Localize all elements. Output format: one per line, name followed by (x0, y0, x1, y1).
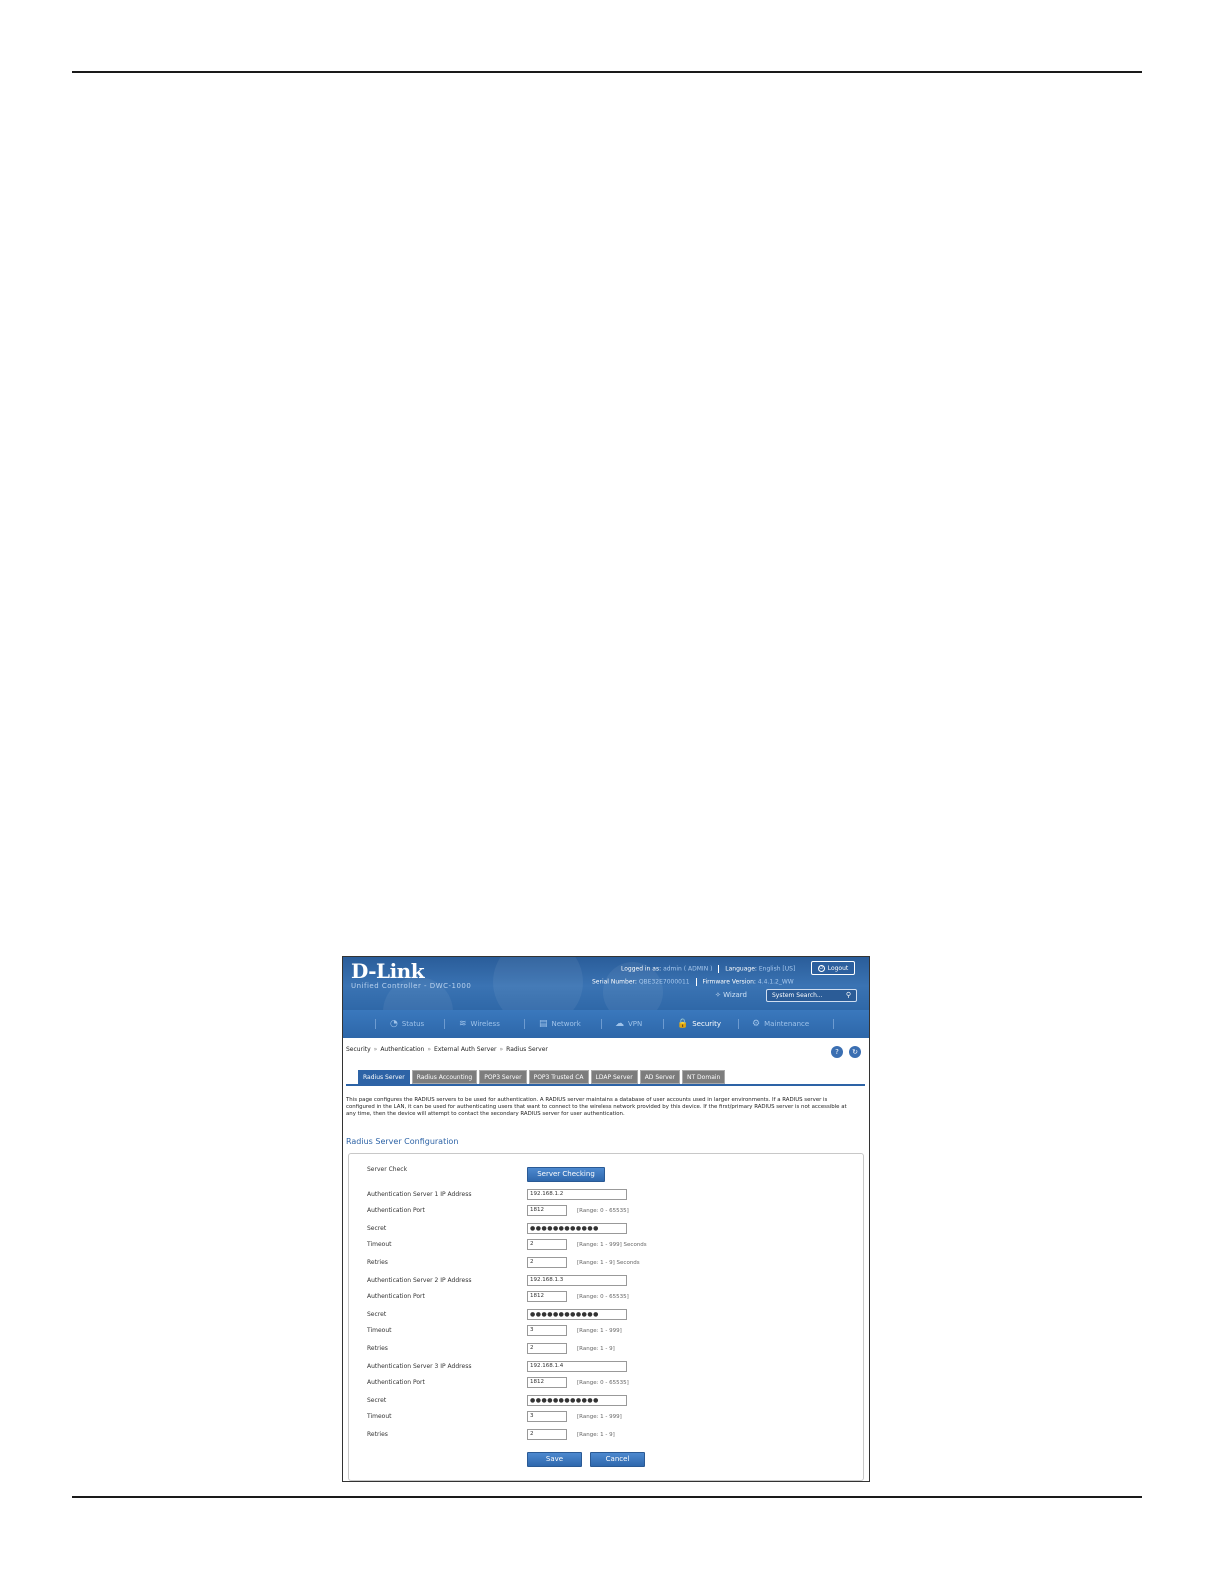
server2-ip-label: Authentication Server 2 IP Address (367, 1277, 472, 1284)
server1-timeout-hint: [Range: 1 - 999] Seconds (577, 1242, 647, 1248)
server2-secret-input[interactable]: ●●●●●●●●●●●● (527, 1309, 627, 1320)
server2-port-input[interactable]: 1812 (527, 1291, 567, 1302)
wifi-icon: ≋ (459, 1019, 467, 1029)
page-description: This page configures the RADIUS servers … (346, 1097, 847, 1117)
login-info: Logged in as: admin ( ADMIN ) Language: … (621, 965, 796, 973)
breadcrumb-item[interactable]: Security (346, 1046, 371, 1053)
server3-ip-label: Authentication Server 3 IP Address (367, 1363, 472, 1370)
system-search-input[interactable]: System Search... ⚲ (766, 989, 857, 1002)
server1-timeout-label: Timeout (367, 1241, 392, 1248)
server3-port-label: Authentication Port (367, 1379, 425, 1386)
server2-retries-input[interactable]: 2 (527, 1343, 567, 1354)
tab-radius-accounting[interactable]: Radius Accounting (411, 1070, 478, 1084)
server2-port-label: Authentication Port (367, 1293, 425, 1300)
server2-timeout-hint: [Range: 1 - 999] (577, 1328, 622, 1334)
nav-vpn[interactable]: ☁ VPN (615, 1010, 642, 1038)
logout-button[interactable]: ⏻ Logout (811, 961, 855, 975)
logged-in-user[interactable]: admin ( ADMIN ) (663, 966, 712, 973)
server3-retries-label: Retries (367, 1431, 388, 1438)
server1-retries-input[interactable]: 2 (527, 1257, 567, 1268)
nav-security[interactable]: 🔒 Security (677, 1010, 721, 1038)
server1-secret-label: Secret (367, 1225, 387, 1232)
tab-ad-server[interactable]: AD Server (639, 1070, 680, 1084)
server1-secret-input[interactable]: ●●●●●●●●●●●● (527, 1223, 627, 1234)
gear-icon: ⚙ (752, 1019, 761, 1029)
nav-wireless[interactable]: ≋ Wireless (459, 1010, 500, 1038)
save-button[interactable]: Save (527, 1452, 582, 1467)
firmware-version: 4.4.1.2_WW (757, 978, 794, 986)
tab-nt-domain[interactable]: NT Domain (682, 1070, 726, 1084)
tab-pop3-trusted-ca[interactable]: POP3 Trusted CA (528, 1070, 589, 1084)
server2-timeout-input[interactable]: 3 (527, 1325, 567, 1336)
tab-radius-server[interactable]: Radius Server (358, 1070, 410, 1084)
nav-maintenance[interactable]: ⚙ Maintenance (752, 1010, 809, 1038)
server2-timeout-label: Timeout (367, 1327, 392, 1334)
server3-timeout-input[interactable]: 3 (527, 1411, 567, 1422)
cancel-button[interactable]: Cancel (590, 1452, 645, 1467)
serial-number: QBE32E7000011 (638, 978, 690, 986)
server-checking-button[interactable]: Server Checking (527, 1167, 605, 1182)
server2-ip-input[interactable]: 192.168.1.3 (527, 1275, 627, 1286)
lock-icon: 🔒 (677, 1019, 689, 1029)
server3-port-input[interactable]: 1812 (527, 1377, 567, 1388)
nav-network[interactable]: ▤ Network (539, 1010, 581, 1038)
server3-timeout-hint: [Range: 1 - 999] (577, 1414, 622, 1420)
server2-retries-label: Retries (367, 1345, 388, 1352)
server1-timeout-input[interactable]: 2 (527, 1239, 567, 1250)
server1-port-label: Authentication Port (367, 1207, 425, 1214)
bottom-rule (72, 1496, 1142, 1498)
server2-secret-label: Secret (367, 1311, 387, 1318)
language-selector[interactable]: English [US] (759, 966, 795, 973)
tab-pop3-server[interactable]: POP3 Server (479, 1070, 527, 1084)
server3-retries-input[interactable]: 2 (527, 1429, 567, 1440)
dlink-logo: D-Link (351, 959, 425, 983)
breadcrumb: Security» Authentication» External Auth Se… (346, 1046, 548, 1053)
refresh-icon[interactable]: ↻ (849, 1046, 861, 1058)
server1-retries-hint: [Range: 1 - 9] Seconds (577, 1260, 640, 1266)
server1-port-input[interactable]: 1812 (527, 1205, 567, 1216)
server-check-label: Server Check (367, 1166, 408, 1173)
breadcrumb-item: Radius Server (506, 1046, 548, 1053)
server3-ip-input[interactable]: 192.168.1.4 (527, 1361, 627, 1372)
server1-ip-label: Authentication Server 1 IP Address (367, 1191, 472, 1198)
screenshot-frame: D-Link Unified Controller - DWC-1000 Log… (342, 956, 870, 1482)
nav-status[interactable]: ◔ Status (390, 1010, 424, 1038)
config-panel: Server Check Server Checking Authenticat… (348, 1153, 864, 1481)
header-bar: D-Link Unified Controller - DWC-1000 Log… (343, 957, 869, 1047)
cloud-icon: ☁ (615, 1019, 624, 1029)
server3-timeout-label: Timeout (367, 1413, 392, 1420)
network-icon: ▤ (539, 1019, 548, 1029)
breadcrumb-item[interactable]: Authentication (380, 1046, 424, 1053)
section-title: Radius Server Configuration (346, 1137, 459, 1146)
product-subtitle: Unified Controller - DWC-1000 (351, 982, 472, 990)
help-icon[interactable]: ? (831, 1046, 843, 1058)
server1-ip-input[interactable]: 192.168.1.2 (527, 1189, 627, 1200)
server3-port-hint: [Range: 0 - 65535] (577, 1380, 629, 1386)
server2-retries-hint: [Range: 1 - 9] (577, 1346, 615, 1352)
top-rule (72, 71, 1142, 73)
server3-secret-label: Secret (367, 1397, 387, 1404)
main-nav: ◔ Status ≋ Wireless ▤ Network ☁ VPN 🔒 Securit… (343, 1010, 869, 1038)
gauge-icon: ◔ (390, 1019, 398, 1029)
server1-port-hint: [Range: 0 - 65535] (577, 1208, 629, 1214)
power-icon: ⏻ (817, 964, 825, 972)
wizard-link[interactable]: ✧ Wizard (715, 991, 747, 999)
server3-retries-hint: [Range: 1 - 9] (577, 1432, 615, 1438)
server2-port-hint: [Range: 0 - 65535] (577, 1294, 629, 1300)
device-info: Serial Number: QBE32E7000011 Firmware Ve… (592, 978, 794, 986)
breadcrumb-item[interactable]: External Auth Server (434, 1046, 496, 1053)
server1-retries-label: Retries (367, 1259, 388, 1266)
search-icon: ⚲ (845, 991, 851, 999)
tab-ldap-server[interactable]: LDAP Server (590, 1070, 638, 1084)
tab-underline (346, 1084, 865, 1086)
server3-secret-input[interactable]: ●●●●●●●●●●●● (527, 1395, 627, 1406)
wand-icon: ✧ (715, 991, 721, 999)
tab-bar: Radius Server Radius Accounting POP3 Ser… (358, 1070, 726, 1084)
